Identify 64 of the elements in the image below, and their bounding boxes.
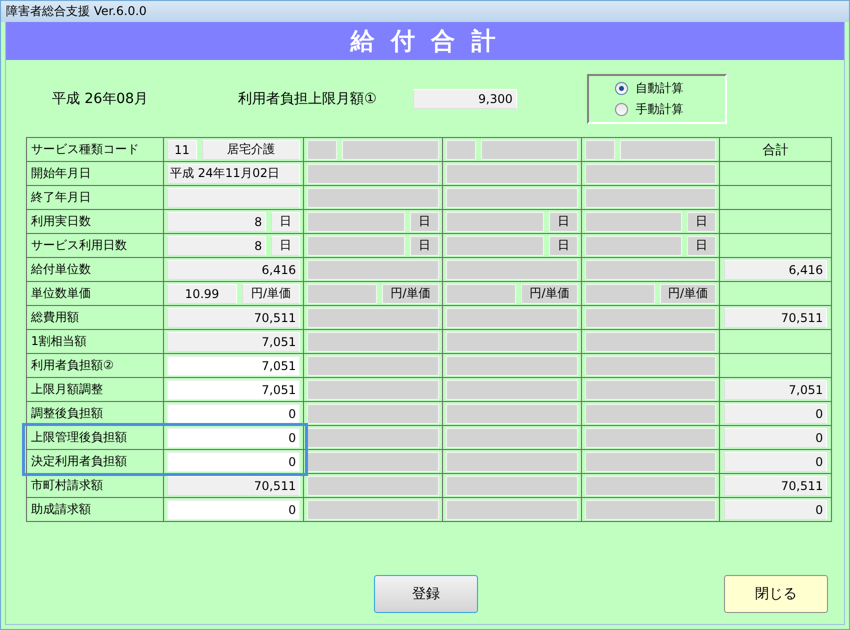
unit-label: 日 <box>549 236 578 256</box>
unit-label: 円/単価 <box>660 284 716 304</box>
amount-field[interactable]: 0 <box>167 404 300 424</box>
unit-label: 日 <box>410 236 439 256</box>
amount-field[interactable]: 7,051 <box>167 356 300 376</box>
total-field: 0 <box>724 428 827 448</box>
window-title: 障害者総合支援 Ver.6.0.0 <box>6 3 147 20</box>
month-text: 平成 26年08月 <box>52 90 148 108</box>
amount-field[interactable]: 0 <box>167 428 300 448</box>
total-field: 70,511 <box>724 476 827 496</box>
row-label: 給付単位数 <box>31 261 91 278</box>
unit-label: 円/単価 <box>242 284 300 304</box>
row-label: 単位数単価 <box>31 285 91 302</box>
unit-label: 円/単価 <box>382 284 439 304</box>
unit-label: 日 <box>410 212 439 232</box>
amount-field[interactable]: 6,416 <box>167 260 300 280</box>
row-label: 上限月額調整 <box>31 381 103 398</box>
radio-button[interactable] <box>614 82 628 94</box>
amount-field[interactable]: 0 <box>167 500 300 520</box>
row-label: 上限管理後負担額 <box>31 429 127 446</box>
amount-field[interactable]: 7,051 <box>167 332 300 352</box>
unit-label: 日 <box>549 212 578 232</box>
row-label: 終了年月日 <box>31 189 91 206</box>
close-button[interactable]: 閉じる <box>724 575 828 613</box>
total-field: 6,416 <box>724 260 827 280</box>
total-field: 0 <box>724 404 827 424</box>
amount-field[interactable]: 70,511 <box>167 308 300 328</box>
total-field: 70,511 <box>724 308 827 328</box>
row-label: 1割相当額 <box>31 333 87 350</box>
radio-label[interactable]: 手動計算 <box>636 100 684 118</box>
days-field[interactable]: 8 <box>167 236 266 256</box>
row-label: サービス種類コード <box>31 141 139 158</box>
unit-label: 日 <box>271 236 300 256</box>
radio-label[interactable]: 自動計算 <box>636 80 684 96</box>
total-field: 7,051 <box>724 380 827 400</box>
total-field: 0 <box>724 500 827 520</box>
code-field[interactable]: 11 <box>167 140 197 160</box>
register-button[interactable]: 登録 <box>374 575 478 613</box>
total-field: 0 <box>724 452 827 472</box>
date-field[interactable]: 平成 24年11月02日 <box>167 164 300 184</box>
unit-label: 日 <box>687 212 716 232</box>
form-title: 給 付 合 計 <box>350 26 500 57</box>
row-label: 決定利用者負担額 <box>31 453 127 470</box>
unit-label: 日 <box>687 236 716 256</box>
row-label: 利用者負担額② <box>31 357 114 374</box>
row-label: 総費用額 <box>31 309 79 326</box>
amount-field[interactable]: 7,051 <box>167 380 300 400</box>
service-name-field[interactable]: 居宅介護 <box>202 140 300 160</box>
row-label: 開始年月日 <box>31 165 91 182</box>
row-label: 利用実日数 <box>31 213 91 230</box>
days-field[interactable]: 8 <box>167 212 266 232</box>
unit-label: 日 <box>271 212 300 232</box>
unit-label: 円/単価 <box>521 284 578 304</box>
row-label: サービス利用日数 <box>31 237 127 254</box>
unit-price-field[interactable]: 10.99 <box>167 284 237 304</box>
limit-field[interactable]: 9,300 <box>412 88 517 108</box>
row-label: 市町村請求額 <box>31 477 103 494</box>
amount-field[interactable]: 0 <box>167 452 300 472</box>
radio-button[interactable] <box>614 102 628 116</box>
row-label: 助成請求額 <box>31 501 91 518</box>
row-label: 調整後負担額 <box>31 405 103 422</box>
total-heading: 合計 <box>762 142 788 158</box>
amount-field[interactable]: 70,511 <box>167 476 300 496</box>
limit-label: 利用者負担上限月額① <box>238 90 377 108</box>
